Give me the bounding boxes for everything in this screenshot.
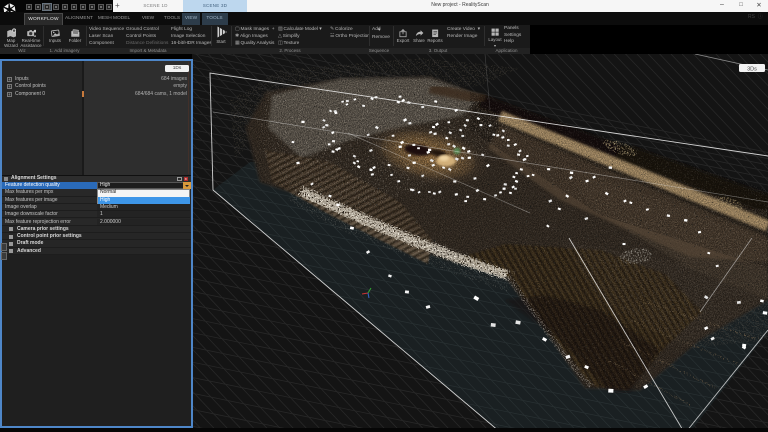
svg-text:3Ds: 3Ds xyxy=(747,67,757,73)
